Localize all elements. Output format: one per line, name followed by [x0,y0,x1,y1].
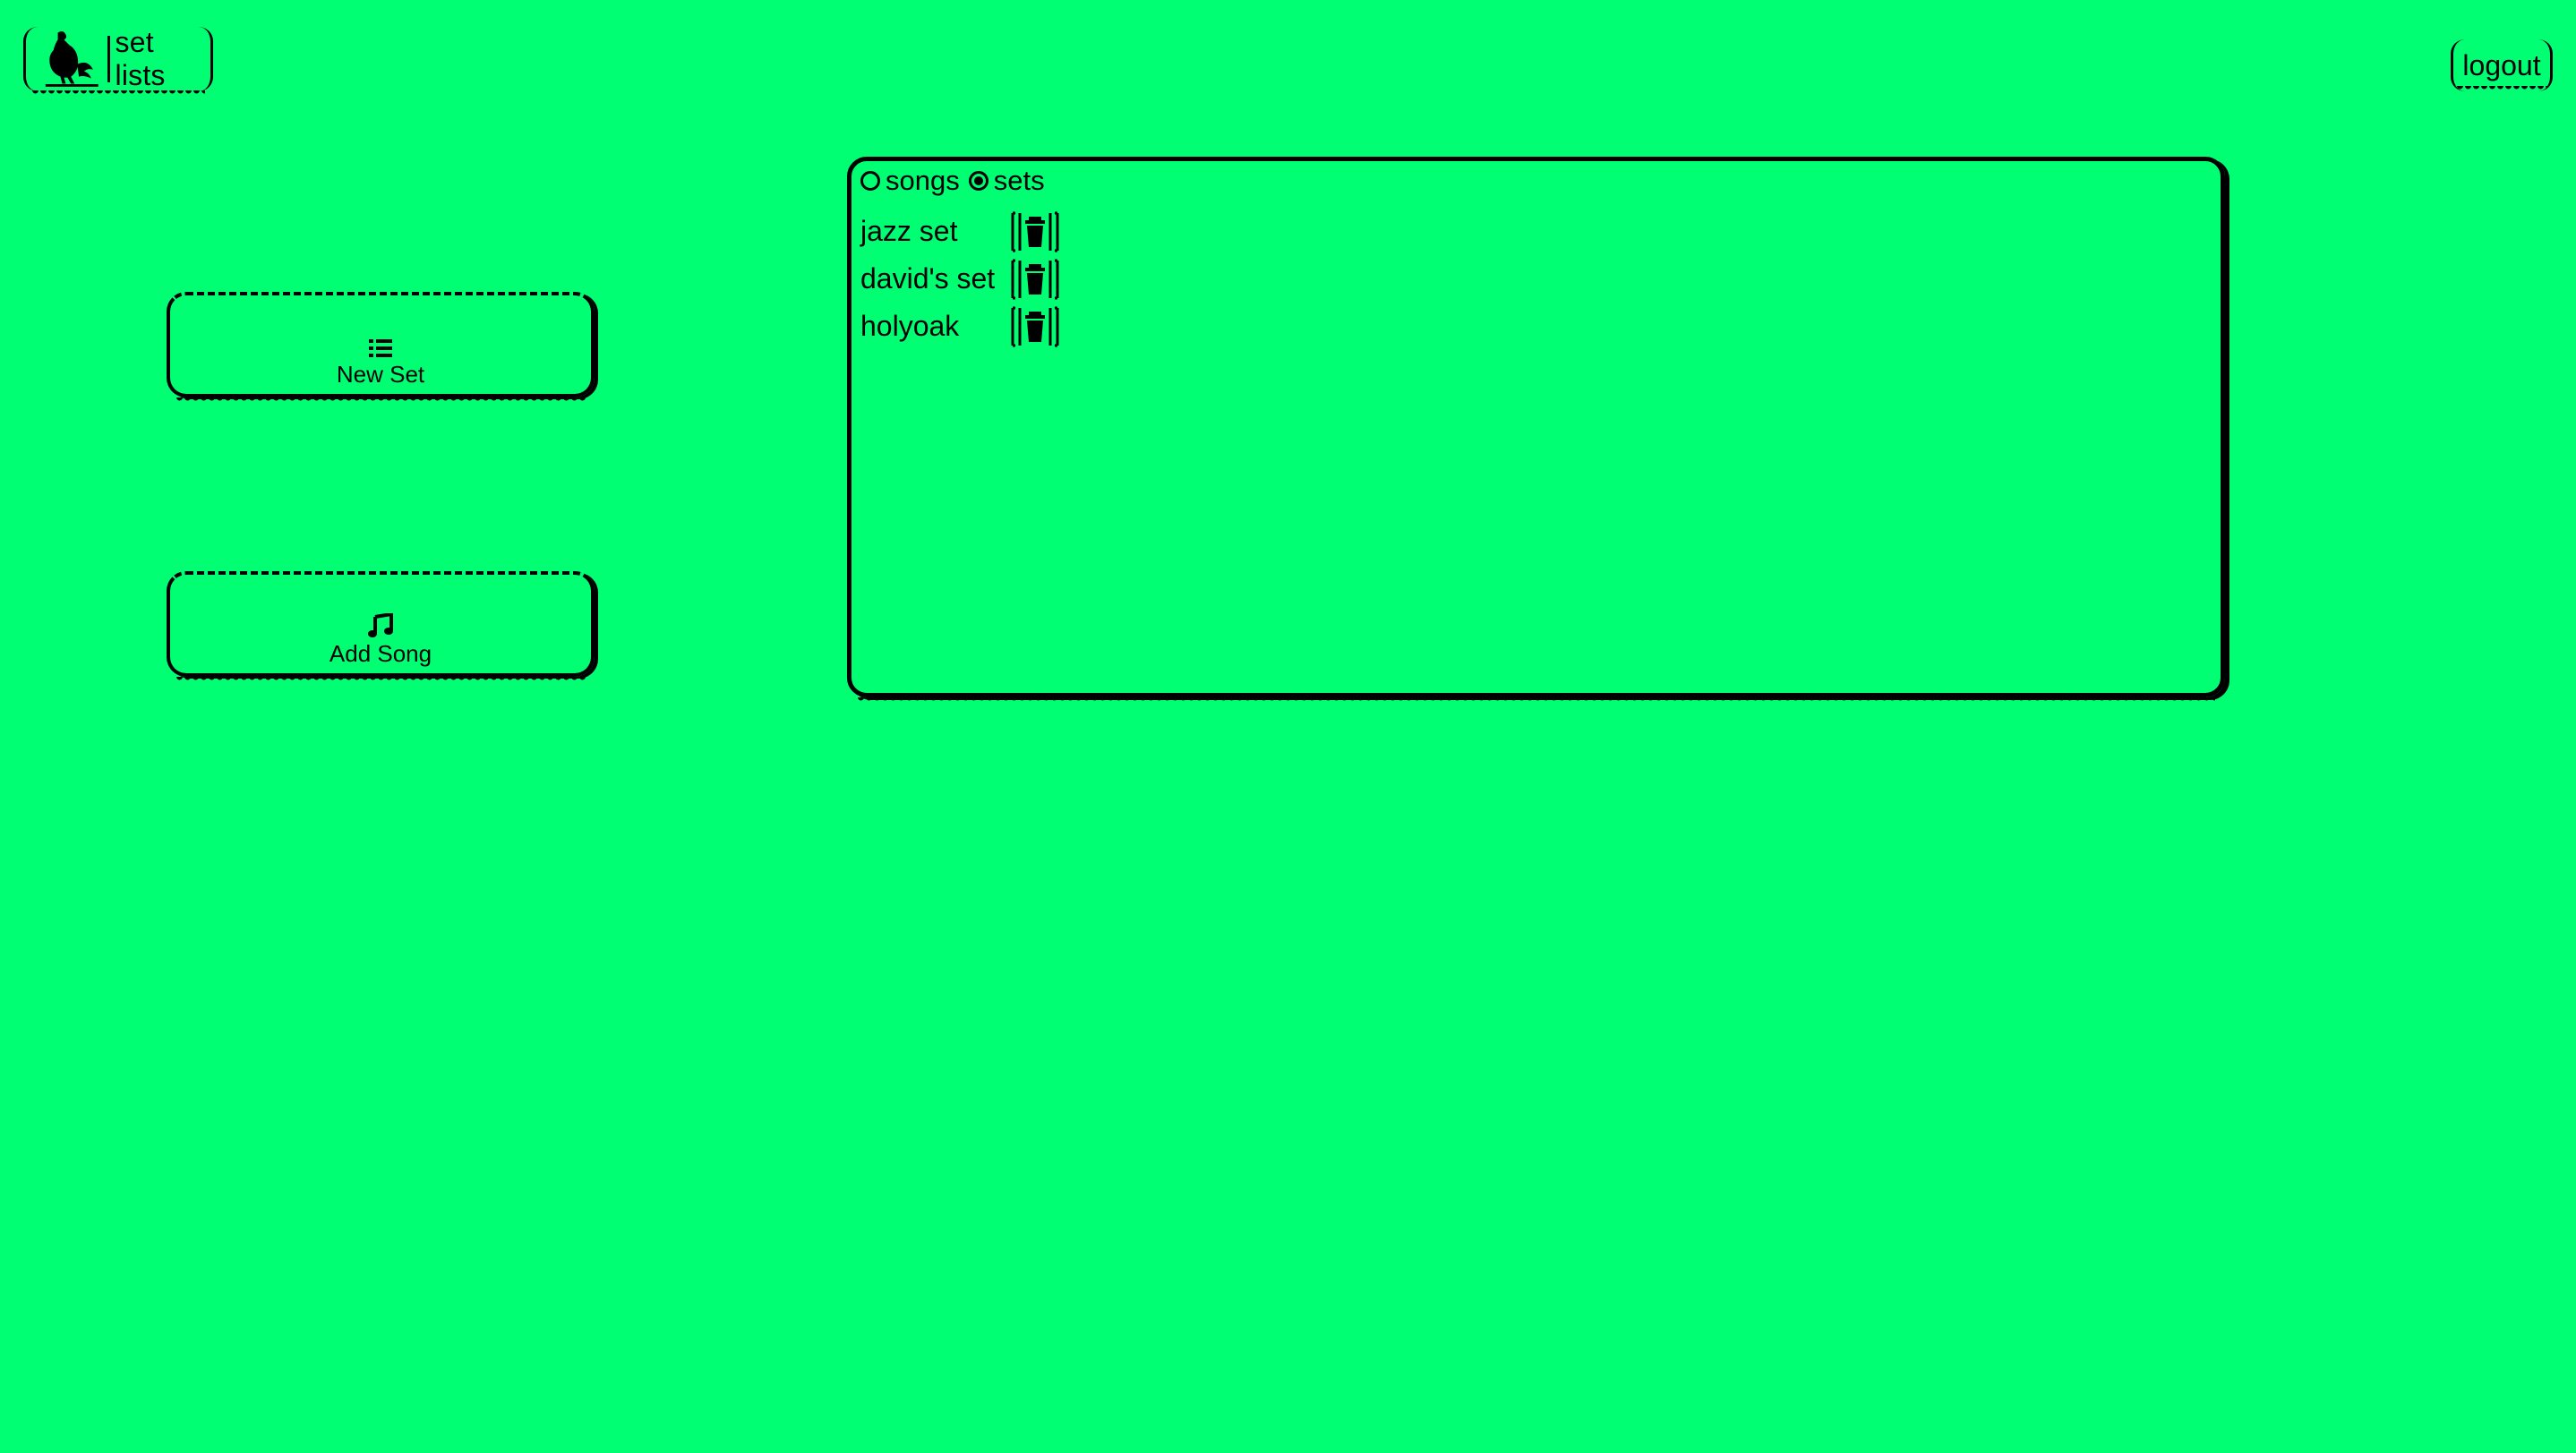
new-set-button[interactable]: New Set [167,292,595,406]
list-panel: songs sets jazz set david's set holyoak [847,157,2225,705]
trash-icon[interactable] [1009,306,1061,347]
scallop-edge [175,397,586,406]
new-set-label: New Set [336,361,425,388]
header-divider [107,36,110,82]
list-item: david's set [860,255,1061,303]
set-name[interactable]: jazz set [860,215,1009,248]
scallop-edge [175,677,586,685]
list-icon [369,339,392,357]
scallop-edge [31,90,205,98]
trash-icon[interactable] [1009,259,1061,300]
sets-option-label[interactable]: sets [994,165,1045,197]
list-item: jazz set [860,208,1061,255]
songs-option-label[interactable]: songs [886,165,960,197]
set-name[interactable]: david's set [860,262,1009,295]
set-name[interactable]: holyoak [860,310,1009,343]
set-list: jazz set david's set holyoak [860,208,1061,350]
logout-scallop [2456,86,2547,94]
app-title[interactable]: set lists [116,26,210,92]
songs-radio[interactable] [860,171,880,191]
logout-button[interactable]: logout [2451,39,2553,91]
list-item: holyoak [860,303,1061,350]
add-song-button[interactable]: Add Song [167,571,595,685]
rooster-logo-icon [45,30,98,87]
add-song-label: Add Song [329,640,432,667]
music-note-icon [368,613,393,637]
scallop-edge [857,697,2215,705]
trash-icon[interactable] [1009,211,1061,252]
view-toggle: songs sets [860,165,1054,197]
home-link[interactable]: set lists [23,26,213,98]
sets-radio[interactable] [968,171,988,191]
